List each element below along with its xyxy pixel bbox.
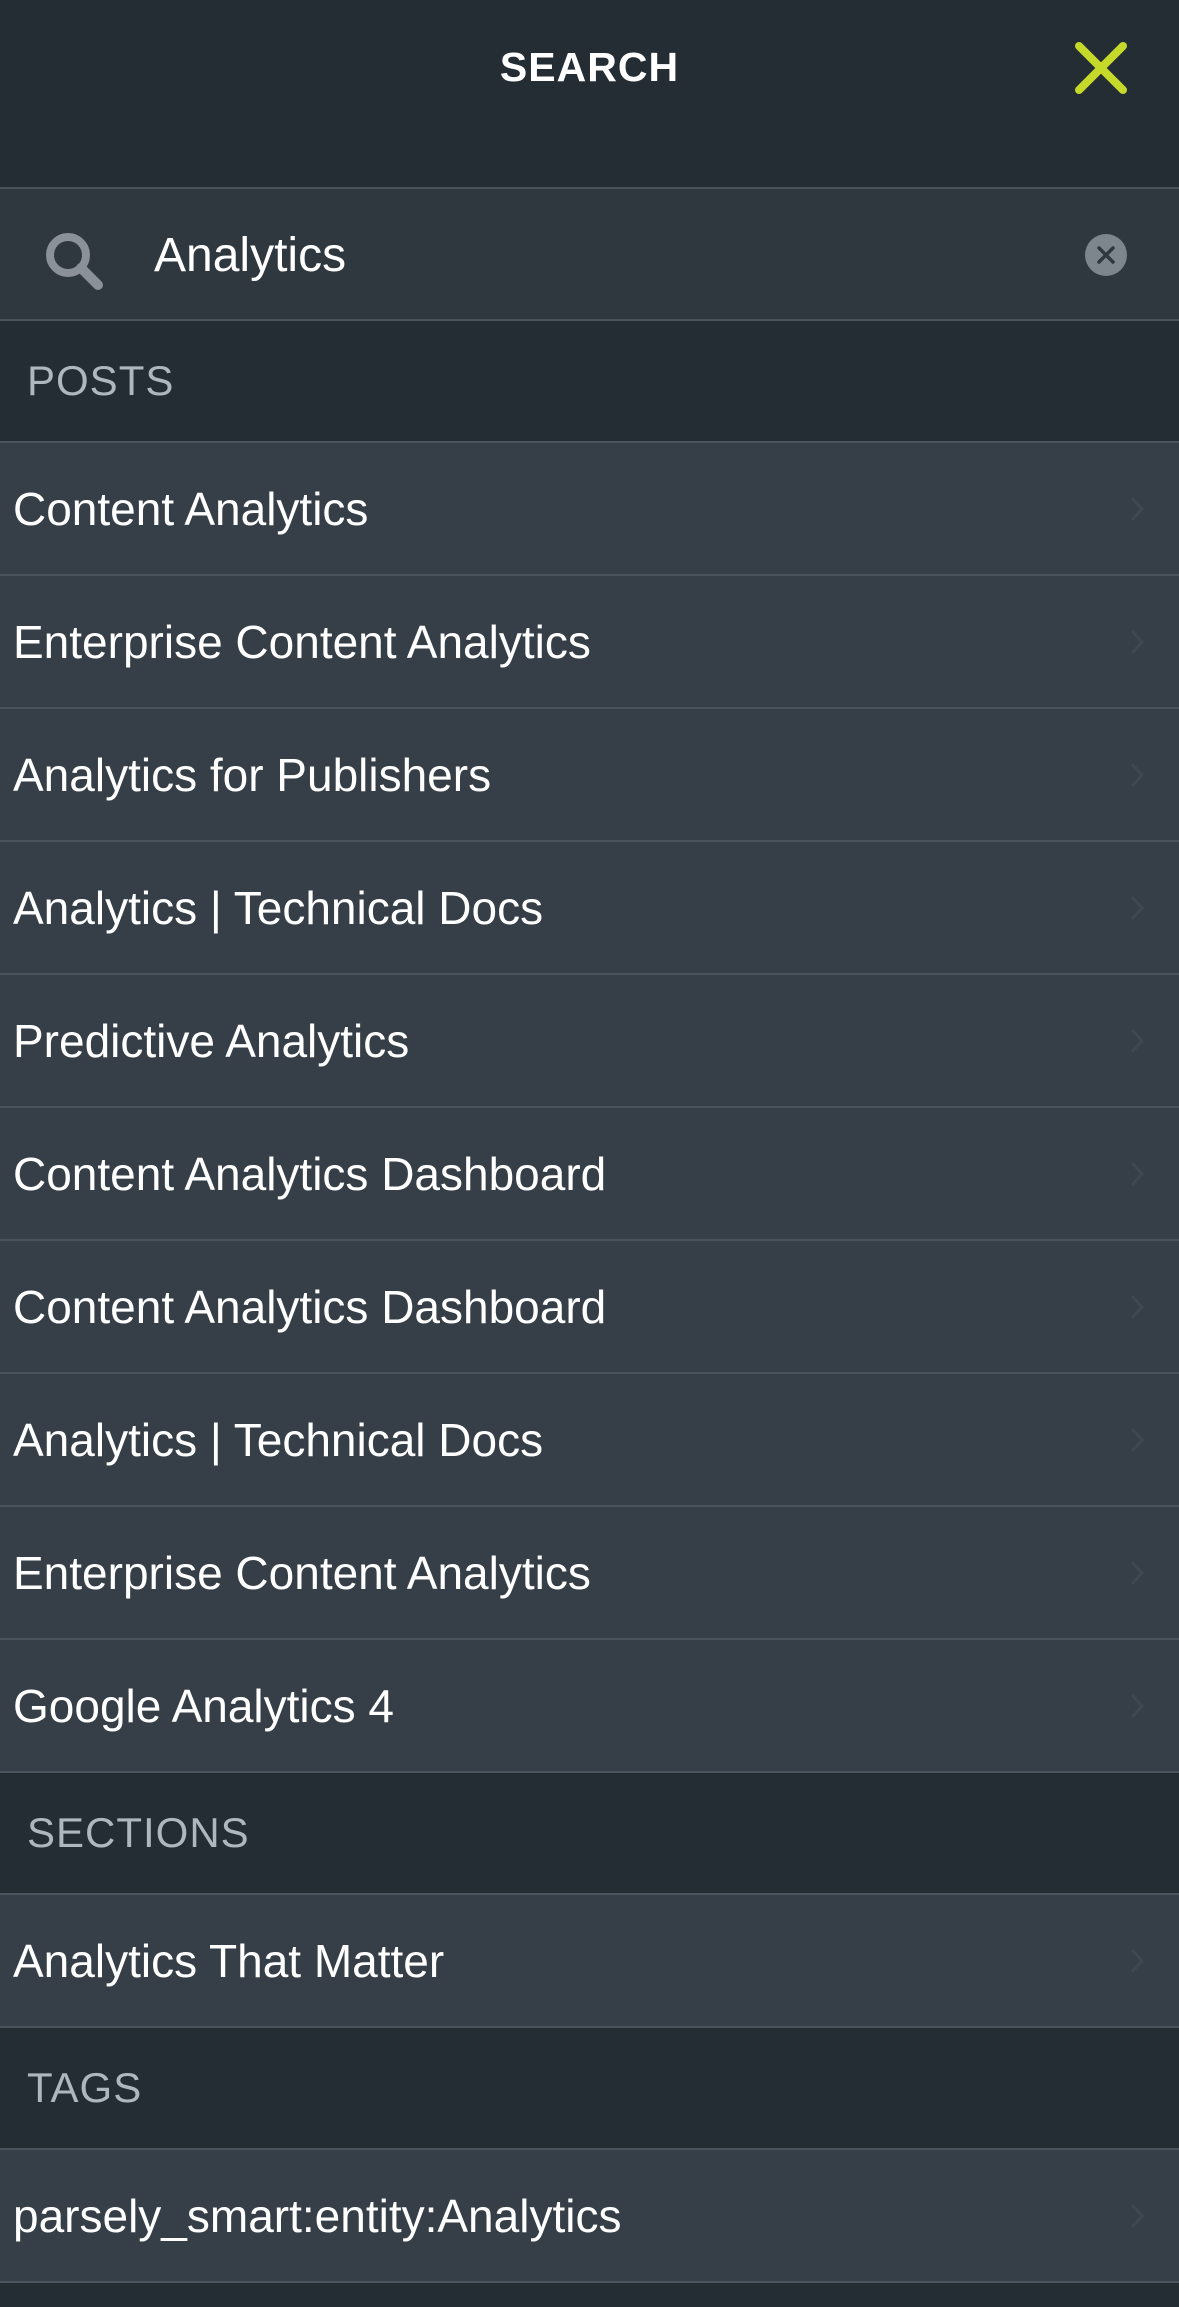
post-list-item[interactable]: Enterprise Content Analytics: [0, 576, 1179, 709]
search-input[interactable]: [154, 219, 1054, 291]
posts-heading: POSTS: [27, 357, 175, 404]
sections-section-header: SECTIONS: [0, 1773, 1179, 1895]
post-list-item[interactable]: Analytics for Publishers: [0, 709, 1179, 842]
section-list-item-label: Analytics That Matter: [13, 1934, 445, 1987]
close-button[interactable]: [1071, 38, 1131, 98]
search-icon: [46, 233, 103, 290]
post-list-item-label: Analytics | Technical Docs: [13, 1413, 544, 1466]
bottom-spacer: [0, 2283, 1179, 2307]
chevron-right-icon: [1130, 1948, 1145, 1973]
close-icon: [1075, 42, 1127, 94]
search-screen: SEARCH POSTS Content Analytics Enterprise…: [0, 0, 1179, 2307]
post-list-item[interactable]: Analytics | Technical Docs: [0, 842, 1179, 975]
post-list-item[interactable]: Content Analytics Dashboard: [0, 1108, 1179, 1241]
chevron-right-icon: [1130, 1693, 1145, 1718]
page-title: SEARCH: [499, 44, 680, 90]
post-list-item-label: Enterprise Content Analytics: [13, 1546, 591, 1599]
post-list-item[interactable]: Analytics | Technical Docs: [0, 1374, 1179, 1507]
tag-list-item[interactable]: parsely_smart:entity:Analytics: [0, 2150, 1179, 2283]
tags-section-header: TAGS: [0, 2028, 1179, 2150]
chevron-right-icon: [1130, 629, 1145, 654]
section-list-item[interactable]: Analytics That Matter: [0, 1895, 1179, 2028]
post-list-item-label: Enterprise Content Analytics: [13, 615, 591, 668]
post-list-item[interactable]: Enterprise Content Analytics: [0, 1507, 1179, 1640]
post-list-item[interactable]: Predictive Analytics: [0, 975, 1179, 1108]
chevron-right-icon: [1130, 1427, 1145, 1452]
header: SEARCH: [0, 0, 1179, 189]
post-list-item[interactable]: Content Analytics Dashboard: [0, 1241, 1179, 1374]
post-list-item-label: Analytics | Technical Docs: [13, 881, 544, 934]
post-list-item-label: Analytics for Publishers: [13, 748, 492, 801]
sections-list: Analytics That Matter: [0, 1895, 1179, 2028]
post-list-item-label: Google Analytics 4: [13, 1679, 395, 1732]
clear-search-button[interactable]: [1085, 234, 1127, 276]
post-list-item-label: Predictive Analytics: [13, 1014, 410, 1067]
chevron-right-icon: [1130, 1560, 1145, 1585]
chevron-right-icon: [1130, 1161, 1145, 1186]
clear-icon: [1097, 246, 1115, 264]
post-list-item[interactable]: Google Analytics 4: [0, 1640, 1179, 1773]
posts-list: Content Analytics Enterprise Content Anal…: [0, 443, 1179, 1773]
chevron-right-icon: [1130, 496, 1145, 521]
tags-heading: TAGS: [27, 2064, 143, 2111]
chevron-right-icon: [1130, 895, 1145, 920]
sections-heading: SECTIONS: [27, 1809, 250, 1856]
posts-section-header: POSTS: [0, 321, 1179, 443]
post-list-item-label: Content Analytics Dashboard: [13, 1147, 607, 1200]
chevron-right-icon: [1130, 1028, 1145, 1053]
chevron-right-icon: [1130, 1294, 1145, 1319]
tag-list-item-label: parsely_smart:entity:Analytics: [13, 2189, 622, 2242]
chevron-right-icon: [1130, 762, 1145, 787]
chevron-right-icon: [1130, 2203, 1145, 2228]
post-list-item[interactable]: Content Analytics: [0, 443, 1179, 576]
tags-list: parsely_smart:entity:Analytics: [0, 2150, 1179, 2283]
post-list-item-label: Content Analytics Dashboard: [13, 1280, 607, 1333]
search-bar: [0, 189, 1179, 321]
post-list-item-label: Content Analytics: [13, 482, 369, 535]
